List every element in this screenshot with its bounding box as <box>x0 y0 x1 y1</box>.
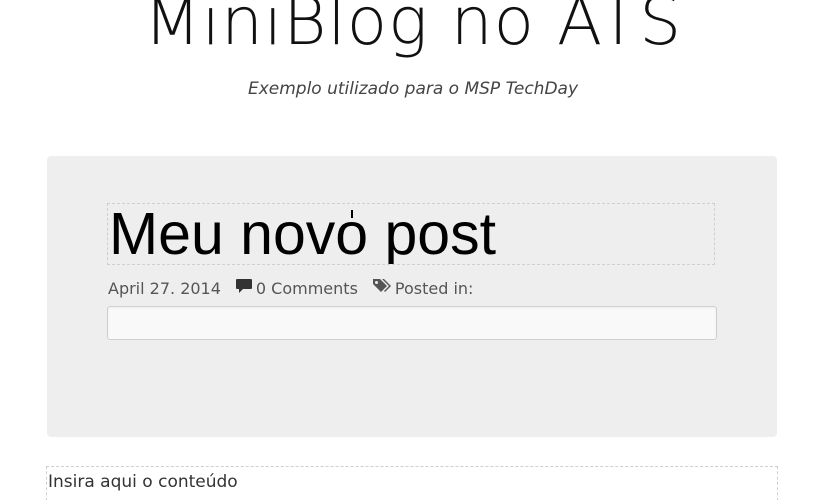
post-meta: April 27. 2014 0 Comments Posted in: <box>108 278 487 298</box>
comments-count: 0 Comments <box>255 278 358 298</box>
content-placeholder: Insira aqui o conteúdo <box>48 472 238 492</box>
posted-in-label: Posted in: <box>394 278 474 298</box>
post-date: April 27. 2014 <box>108 278 221 298</box>
post-title-text: Meu novo post <box>109 203 497 265</box>
site-subtitle: Exemplo utilizado para o MSP TechDay <box>247 79 579 99</box>
content-editor[interactable]: Insira aqui o conteúdo <box>46 466 778 500</box>
page: MiniBlog no ATS Exemplo utilizado para o… <box>0 0 836 500</box>
site-title[interactable]: MiniBlog no ATS <box>0 0 826 62</box>
comment-icon <box>235 278 253 298</box>
comments-link[interactable]: 0 Comments <box>235 278 358 298</box>
posted-in: Posted in: <box>372 278 474 298</box>
tags-icon <box>372 278 392 298</box>
tags-input[interactable] <box>107 306 717 340</box>
post-title-editor[interactable]: Meu novo post <box>107 203 715 265</box>
text-caret <box>351 210 353 218</box>
post-card: Meu novo post April 27. 2014 0 Comments <box>47 156 777 437</box>
